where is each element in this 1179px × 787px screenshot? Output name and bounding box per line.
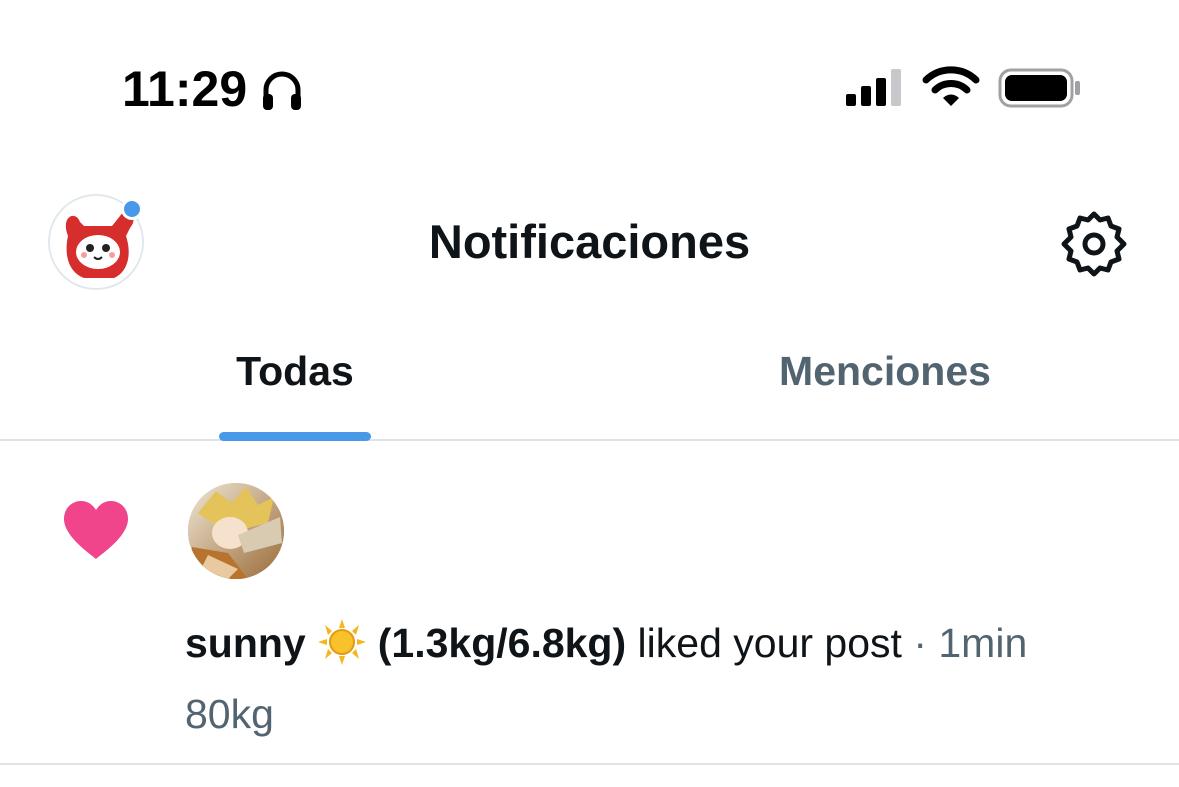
heart-icon bbox=[64, 501, 128, 559]
cellular-signal-icon bbox=[846, 69, 901, 106]
tab-all[interactable]: Todas bbox=[150, 348, 440, 395]
settings-button[interactable] bbox=[1058, 208, 1130, 280]
notification-text: sunny (1.3kg/6.8kg) liked your post · 1m… bbox=[185, 619, 1027, 667]
sun-icon bbox=[317, 619, 366, 665]
page-title: Notificaciones bbox=[428, 215, 751, 268]
user-name-prefix: sunny bbox=[185, 620, 306, 666]
status-bar: 11:29 bbox=[0, 0, 1179, 180]
notification-action: liked your post bbox=[637, 620, 902, 666]
user-name[interactable]: sunny (1.3kg/6.8kg) bbox=[185, 619, 627, 666]
status-time: 11:29 bbox=[122, 61, 248, 117]
active-tab-indicator bbox=[219, 432, 371, 441]
battery-icon bbox=[998, 68, 1080, 108]
tab-mentions[interactable]: Menciones bbox=[740, 348, 1030, 395]
notification-time: 1min bbox=[938, 620, 1028, 666]
user-name-suffix: (1.3kg/6.8kg) bbox=[377, 620, 627, 666]
wifi-icon bbox=[922, 66, 980, 106]
notification-separator: · bbox=[913, 620, 927, 666]
post-preview[interactable]: 80kg bbox=[185, 691, 274, 738]
notification-item[interactable]: sunny (1.3kg/6.8kg) liked your post · 1m… bbox=[0, 443, 1179, 765]
user-avatar[interactable] bbox=[188, 483, 284, 579]
tab-bar: Todas Menciones bbox=[0, 330, 1179, 441]
user-avatar-image bbox=[188, 483, 284, 579]
headphones-icon bbox=[263, 71, 301, 110]
gear-icon bbox=[1061, 211, 1127, 277]
